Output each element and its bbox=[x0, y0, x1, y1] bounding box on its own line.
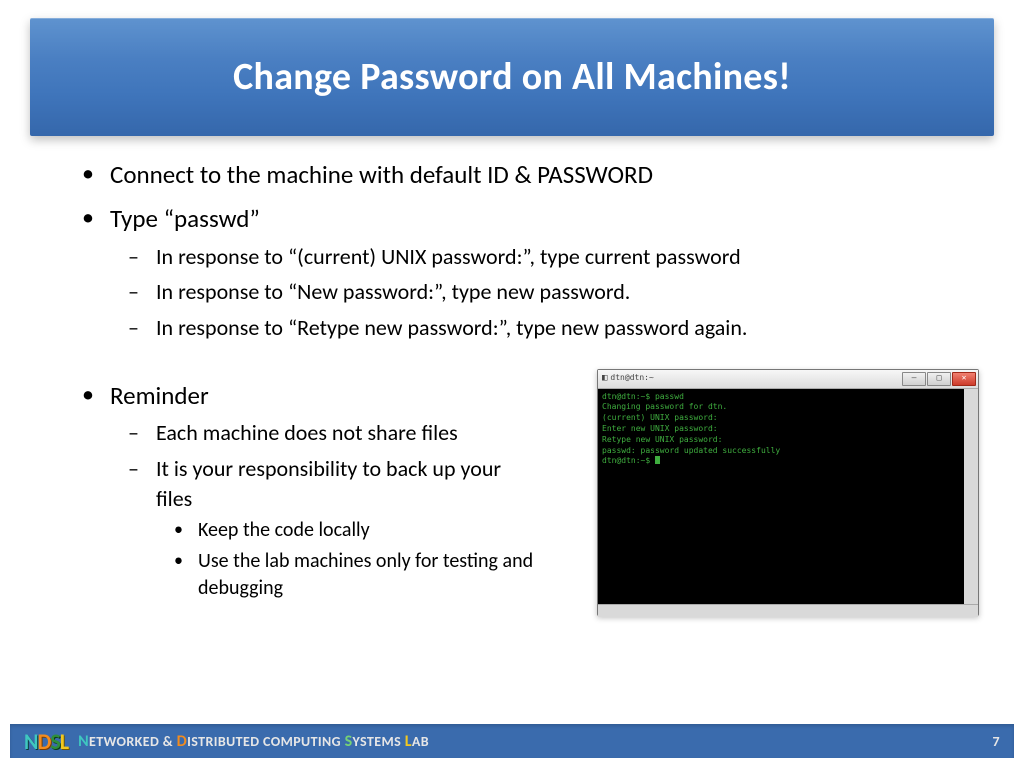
terminal-titlebar: ◧ dtn@dtn:~ — □ ✕ bbox=[598, 370, 978, 389]
minimize-icon: — bbox=[902, 372, 926, 386]
page-number: 7 bbox=[993, 733, 1001, 750]
sub-no-share: Each machine does not share files bbox=[128, 418, 540, 448]
sub-backup: It is your responsibility to back up you… bbox=[128, 454, 540, 602]
slide-content: Connect to the machine with default ID &… bbox=[10, 136, 1014, 602]
terminal-screenshot: ◧ dtn@dtn:~ — □ ✕ dtn@dtn:~$ passwd Chan… bbox=[597, 369, 979, 616]
title-bar: Change Password on All Machines! bbox=[30, 18, 994, 136]
slide-title: Change Password on All Machines! bbox=[233, 54, 791, 100]
terminal-statusbar bbox=[598, 604, 978, 617]
cursor-icon bbox=[655, 456, 660, 464]
footer: NDSL NETWORKED & DISTRIBUTED COMPUTING S… bbox=[10, 724, 1014, 758]
tip-keep-local: Keep the code locally bbox=[174, 517, 540, 544]
sub-retype-pw: In response to “Retype new password:”, t… bbox=[128, 313, 964, 343]
window-buttons: — □ ✕ bbox=[901, 372, 976, 386]
bullet-connect: Connect to the machine with default ID &… bbox=[82, 158, 964, 192]
terminal-icon: ◧ bbox=[602, 372, 607, 384]
sub-current-pw: In response to “(current) UNIX password:… bbox=[128, 242, 964, 272]
maximize-icon: □ bbox=[927, 372, 951, 386]
tip-lab-usage: Use the lab machines only for testing an… bbox=[174, 548, 540, 602]
sub-new-pw: In response to “New password:”, type new… bbox=[128, 277, 964, 307]
terminal-body: dtn@dtn:~$ passwd Changing password for … bbox=[598, 389, 978, 604]
slide: Change Password on All Machines! Connect… bbox=[0, 0, 1024, 768]
bullet-reminder: Reminder Each machine does not share fil… bbox=[82, 379, 540, 603]
lab-name: NETWORKED & DISTRIBUTED COMPUTING SYSTEM… bbox=[78, 732, 429, 751]
scrollbar bbox=[965, 389, 977, 604]
lower-columns: Reminder Each machine does not share fil… bbox=[60, 379, 964, 603]
ndsl-logo: NDSL bbox=[24, 728, 68, 755]
close-icon: ✕ bbox=[952, 372, 976, 386]
terminal-title: dtn@dtn:~ bbox=[610, 373, 653, 384]
bullet-passwd: Type “passwd” In response to “(current) … bbox=[82, 202, 964, 343]
